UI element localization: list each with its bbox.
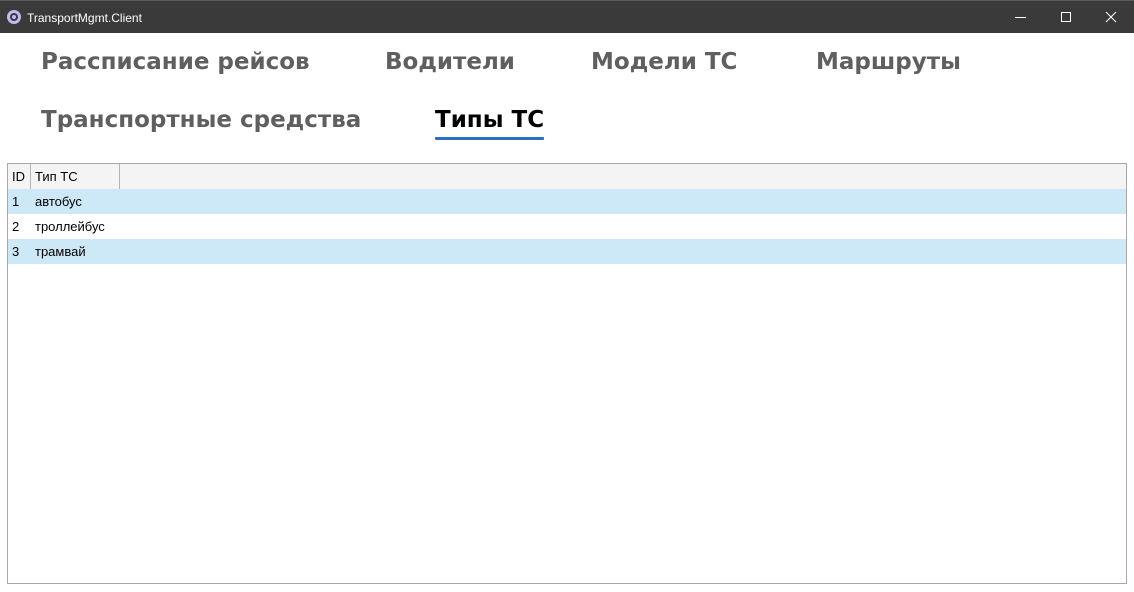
minimize-button[interactable] (998, 1, 1044, 34)
cell-id: 3 (12, 244, 20, 259)
tab-vehicle-types[interactable]: Типы ТС (435, 105, 545, 140)
cell-id: 2 (12, 219, 20, 234)
close-button[interactable] (1088, 1, 1134, 34)
maximize-button[interactable] (1043, 1, 1089, 34)
grid-header: ID Тип ТС (8, 164, 1126, 189)
column-header-id[interactable]: ID (8, 164, 31, 189)
cell-id: 1 (12, 194, 20, 209)
minimize-icon (1015, 17, 1026, 18)
vehicle-types-grid[interactable]: ID Тип ТС 1 автобус 2 троллейбус 3 трамв… (7, 163, 1127, 584)
column-header-type[interactable]: Тип ТС (31, 164, 120, 189)
cell-type: троллейбус (35, 219, 105, 234)
tab-vehicle-types-label: Типы ТС (435, 107, 545, 133)
close-icon (1105, 11, 1117, 23)
window-titlebar[interactable]: TransportMgmt.Client (0, 0, 1134, 33)
tab-schedule[interactable]: Рассписание рейсов (41, 47, 310, 77)
cell-type: трамвай (35, 244, 86, 259)
app-logo-icon (7, 10, 21, 24)
table-row[interactable]: 3 трамвай (8, 239, 1126, 264)
table-row[interactable]: 2 троллейбус (8, 214, 1126, 239)
table-row[interactable]: 1 автобус (8, 189, 1126, 214)
active-tab-indicator (435, 137, 545, 140)
tab-routes[interactable]: Маршруты (816, 47, 961, 77)
window-title: TransportMgmt.Client (27, 11, 142, 25)
maximize-icon (1061, 12, 1071, 22)
tab-vehicles[interactable]: Транспортные средства (41, 105, 361, 135)
cell-type: автобус (35, 194, 82, 209)
tab-vehicle-models[interactable]: Модели ТС (591, 47, 737, 77)
tab-drivers[interactable]: Водители (385, 47, 515, 77)
